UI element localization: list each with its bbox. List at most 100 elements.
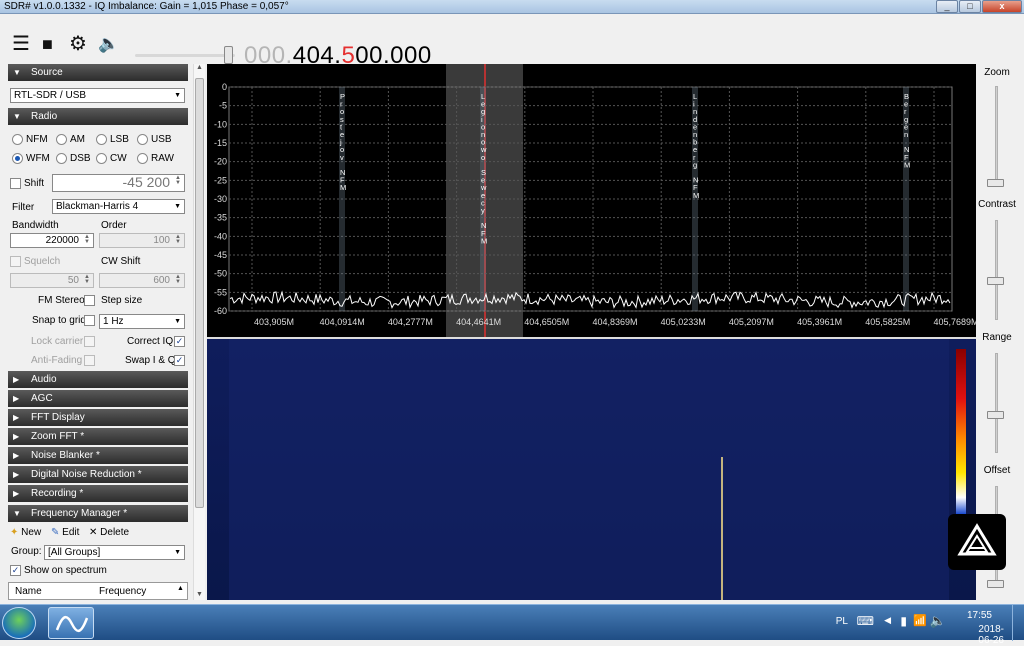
section-recording[interactable]: ▶ Recording * (8, 485, 188, 502)
filter-value: Blackman-Harris 4 (56, 201, 139, 212)
mode-cw-radio[interactable] (96, 153, 107, 164)
speaker-icon[interactable]: 🔈 (98, 34, 119, 54)
spinner-icon[interactable]: ▲ ▼ (82, 274, 92, 286)
mode-nfm-radio[interactable] (12, 134, 23, 145)
section-noise-blanker-label: Noise Blanker * (31, 450, 100, 461)
keyboard-icon[interactable]: ⌨ (857, 614, 874, 628)
offset-slider-thumb[interactable] (987, 580, 1004, 588)
source-device-select[interactable]: RTL-SDR / USB ▼ (10, 88, 185, 103)
list-scroll-up-icon[interactable]: ▲ (177, 585, 184, 592)
expand-arrow-icon: ▶ (13, 451, 20, 460)
show-hidden-icons-icon[interactable]: ◀ (884, 615, 891, 626)
range-slider-track[interactable] (995, 353, 998, 453)
menu-icon[interactable]: ☰ (12, 34, 30, 54)
mode-raw-radio[interactable] (137, 153, 148, 164)
mode-usb-radio[interactable] (137, 134, 148, 145)
zoom-slider-thumb[interactable] (987, 179, 1004, 187)
bandwidth-input[interactable]: 220000 ▲ ▼ (10, 233, 94, 248)
collapse-arrow-icon: ▼ (13, 112, 21, 121)
start-button[interactable] (2, 607, 36, 639)
column-frequency-header[interactable]: Frequency (99, 586, 146, 597)
snap-to-grid-checkbox[interactable] (84, 315, 95, 326)
scroll-up-icon[interactable]: ▲ (196, 64, 203, 71)
left-panel-scrollbar[interactable]: ▲ ▼ (193, 64, 205, 600)
anti-fading-checkbox[interactable] (84, 355, 95, 366)
clock-date[interactable]: 2018-06-26 (978, 624, 1004, 646)
scrollbar-thumb[interactable] (195, 78, 204, 508)
shift-input[interactable]: -45 200 ▲ ▼ (52, 174, 185, 192)
x-tick-label: 405,7689M (933, 317, 976, 327)
volume-tray-icon[interactable]: 🔈 (930, 613, 946, 629)
mode-wfm-radio[interactable] (12, 153, 23, 164)
squelch-input[interactable]: 50 ▲ ▼ (10, 273, 94, 288)
y-tick-label: -45 (214, 250, 227, 260)
lock-carrier-checkbox[interactable] (84, 336, 95, 347)
mode-lsb-radio[interactable] (96, 134, 107, 145)
contrast-slider-track[interactable] (995, 220, 998, 320)
waterfall-display[interactable] (207, 337, 976, 600)
filter-select[interactable]: Blackman-Harris 4 ▼ (52, 199, 185, 214)
section-digital-noise-reduction[interactable]: ▶ Digital Noise Reduction * (8, 466, 188, 483)
section-radio[interactable]: ▼ Radio (8, 108, 188, 125)
x-tick-label: 405,2097M (729, 317, 774, 327)
clock-time[interactable]: 17:55 (967, 610, 992, 621)
range-slider-thumb[interactable] (987, 411, 1004, 419)
delete-button[interactable]: ✕ Delete (89, 527, 129, 538)
step-size-select[interactable]: 1 Hz ▼ (99, 314, 185, 329)
order-input[interactable]: 100 ▲ ▼ (99, 233, 185, 248)
volume-slider-track[interactable] (135, 54, 235, 57)
section-zoom-fft-label: Zoom FFT * (31, 431, 85, 442)
fm-stereo-checkbox[interactable] (84, 295, 95, 306)
cw-shift-input[interactable]: 600 ▲ ▼ (99, 273, 185, 288)
minimize-button[interactable]: _ (936, 0, 958, 13)
waterfall-plot[interactable] (207, 339, 976, 600)
sdrsharp-app-icon (55, 616, 89, 632)
overlay-logo-badge[interactable] (948, 514, 1006, 570)
section-noise-blanker[interactable]: ▶ Noise Blanker * (8, 447, 188, 464)
y-tick-label: -40 (214, 231, 227, 241)
scroll-down-icon[interactable]: ▼ (196, 591, 203, 598)
mode-am-radio[interactable] (56, 134, 67, 145)
section-frequency-manager-label: Frequency Manager * (31, 508, 128, 519)
shift-checkbox[interactable] (10, 178, 21, 189)
x-tick-label: 403,905M (254, 317, 294, 327)
mode-dsb-radio[interactable] (56, 153, 67, 164)
section-audio[interactable]: ▶ Audio (8, 371, 188, 388)
stop-icon[interactable]: ■ (42, 34, 53, 54)
section-frequency-manager[interactable]: ▼ Frequency Manager * (8, 505, 188, 522)
spinner-icon[interactable]: ▲ ▼ (82, 234, 92, 246)
section-source[interactable]: ▼ Source (8, 64, 188, 81)
x-tick-label: 404,4641M (456, 317, 501, 327)
show-on-spectrum-checkbox[interactable]: ✓ (10, 565, 21, 576)
spinner-icon[interactable]: ▲ ▼ (173, 175, 183, 187)
battery-icon[interactable]: ▮ (900, 614, 907, 628)
maximize-button[interactable]: □ (959, 0, 981, 13)
section-agc[interactable]: ▶ AGC (8, 390, 188, 407)
x-tick-label: 404,6505M (524, 317, 569, 327)
edit-button[interactable]: ✎ Edit (51, 527, 79, 538)
network-signal-icon[interactable]: 📶 (913, 614, 927, 627)
section-fft-display[interactable]: ▶ FFT Display (8, 409, 188, 426)
squelch-checkbox[interactable] (10, 256, 21, 267)
fm-stereo-label: FM Stereo (38, 295, 85, 306)
spectrum-plot[interactable]: 0 -5 -10 -15 -20 -25 -30 -35 -40 -45 -50 -55 -60 403… (207, 64, 979, 337)
contrast-slider-thumb[interactable] (987, 277, 1004, 285)
close-button[interactable]: x (982, 0, 1022, 13)
zoom-slider-track[interactable] (995, 86, 998, 186)
language-indicator[interactable]: PL (836, 616, 848, 627)
group-select[interactable]: [All Groups] ▼ (44, 545, 185, 560)
new-button[interactable]: ✦ New (10, 527, 41, 538)
spinner-icon[interactable]: ▲ ▼ (173, 274, 183, 286)
section-zoom-fft[interactable]: ▶ Zoom FFT * (8, 428, 188, 445)
volume-slider-thumb[interactable] (224, 46, 233, 64)
show-desktop-button[interactable] (1012, 605, 1024, 641)
swap-iq-checkbox[interactable]: ✓ (174, 355, 185, 366)
spinner-icon[interactable]: ▲ ▼ (173, 234, 183, 246)
overlay-logo-icon (957, 523, 997, 556)
taskbar-app-sdrsharp[interactable] (48, 607, 94, 639)
spectrum-display[interactable]: 0 -5 -10 -15 -20 -25 -30 -35 -40 -45 -50 -55 -60 403… (207, 64, 979, 337)
column-name-header[interactable]: Name (15, 586, 42, 597)
group-value: [All Groups] (48, 547, 101, 558)
gear-icon[interactable]: ⚙ (69, 34, 87, 54)
correct-iq-checkbox[interactable]: ✓ (174, 336, 185, 347)
